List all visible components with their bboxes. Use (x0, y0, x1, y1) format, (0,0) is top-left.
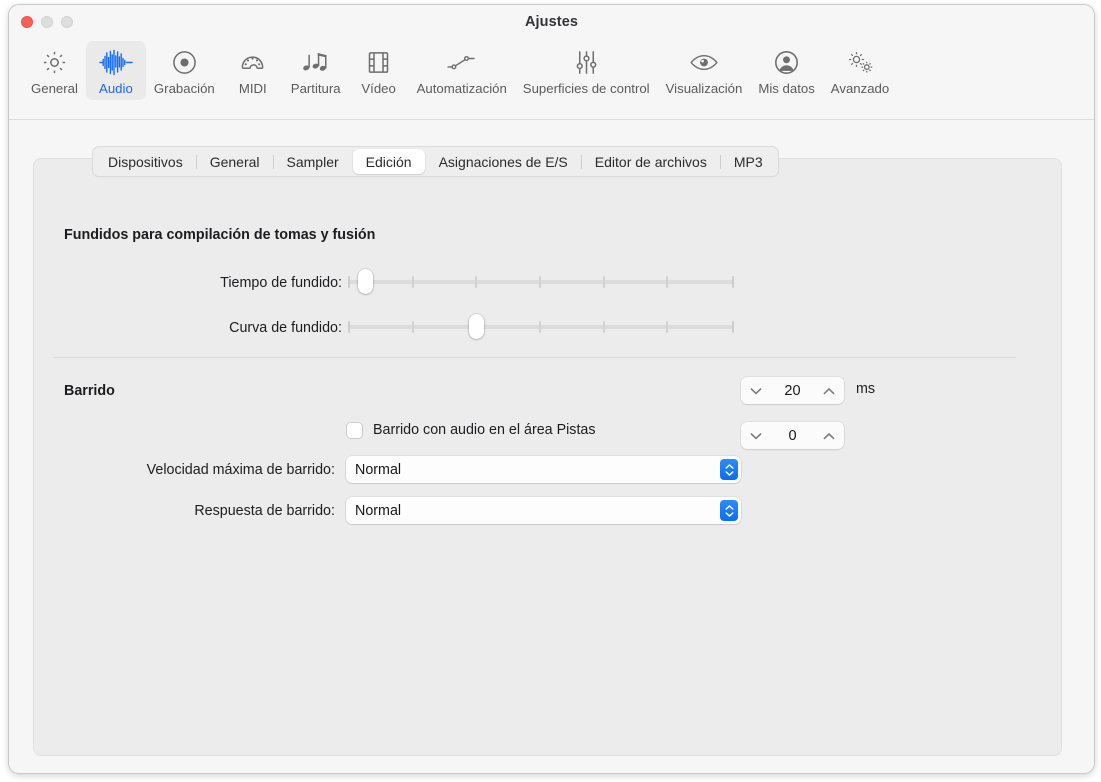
slider-tick (412, 321, 414, 333)
slider-thumb[interactable] (358, 269, 373, 294)
fade-time-label: Tiempo de fundido: (9, 275, 342, 291)
tab-label: Asignaciones de E/S (439, 154, 568, 170)
toolbar-item-visualizacion[interactable]: Visualización (658, 41, 751, 100)
toolbar-label: Automatización (417, 81, 507, 96)
slider-tick (603, 276, 605, 288)
settings-window: Ajustes General (8, 4, 1095, 774)
slider-tick (539, 321, 541, 333)
toolbar-item-grabacion[interactable]: Grabación (146, 41, 223, 100)
slider-track (348, 280, 734, 284)
double-gear-icon (845, 47, 875, 78)
scrub-response-popup[interactable]: Normal (346, 497, 741, 524)
toolbar-label: Avanzado (831, 81, 889, 96)
toolbar-item-midi[interactable]: MIDI (223, 41, 283, 100)
preferences-body: Dispositivos General Sampler Edición Asi… (9, 120, 1094, 772)
automation-curve-icon (446, 47, 478, 78)
toolbar-item-mis-datos[interactable]: Mis datos (750, 41, 822, 100)
fade-curve-stepper[interactable]: 0 (741, 422, 844, 449)
toolbar-label: Visualización (666, 81, 743, 96)
slider-tick (732, 276, 734, 288)
chevron-updown-icon[interactable] (720, 459, 738, 480)
scrub-response-value: Normal (355, 503, 720, 519)
slider-tick (732, 321, 734, 333)
slider-tick (412, 276, 414, 288)
window-titlebar: Ajustes (9, 5, 1094, 41)
tab-dispositivos[interactable]: Dispositivos (95, 149, 196, 174)
tab-general[interactable]: General (197, 149, 273, 174)
fade-time-unit: ms (856, 381, 875, 397)
screenshot-root: Ajustes General (0, 0, 1101, 782)
chevron-down-icon[interactable] (750, 432, 762, 440)
toolbar-item-audio[interactable]: Audio (86, 41, 146, 100)
tab-sampler[interactable]: Sampler (274, 149, 352, 174)
toolbar-label: Mis datos (758, 81, 814, 96)
slider-tick (348, 276, 350, 288)
tab-label: Editor de archivos (595, 154, 707, 170)
tab-label: Edición (366, 154, 412, 170)
fade-curve-label: Curva de fundido: (9, 320, 342, 336)
fade-curve-slider[interactable] (348, 315, 734, 337)
slider-tick (348, 321, 350, 333)
scrub-audio-checkbox-row[interactable]: Barrido con audio en el área Pistas (347, 422, 596, 438)
sliders-icon (573, 47, 600, 78)
max-scrub-speed-label: Velocidad máxima de barrido: (9, 462, 335, 478)
tab-edicion[interactable]: Edición (353, 149, 425, 174)
chevron-updown-icon[interactable] (720, 500, 738, 521)
scrub-response-label: Respuesta de barrido: (9, 503, 335, 519)
audio-settings-tabbar: Dispositivos General Sampler Edición Asi… (92, 146, 779, 177)
tab-label: Sampler (287, 154, 339, 170)
person-circle-icon (773, 47, 800, 78)
slider-thumb[interactable] (469, 314, 484, 339)
tab-mp3[interactable]: MP3 (721, 149, 776, 174)
scrub-audio-label: Barrido con audio en el área Pistas (373, 422, 596, 438)
slider-track (348, 325, 734, 329)
preferences-toolbar: General Audio (9, 41, 1094, 120)
toolbar-item-avanzado[interactable]: Avanzado (823, 41, 897, 100)
chevron-down-icon[interactable] (750, 387, 762, 395)
music-notes-icon (301, 47, 331, 78)
slider-tick (666, 321, 668, 333)
max-scrub-speed-value: Normal (355, 462, 720, 478)
max-scrub-speed-popup[interactable]: Normal (346, 456, 741, 483)
waveform-icon (98, 47, 134, 78)
chevron-up-icon[interactable] (823, 387, 835, 395)
toolbar-item-automatizacion[interactable]: Automatización (409, 41, 515, 100)
tab-label: Dispositivos (108, 154, 183, 170)
midi-connector-icon (239, 47, 266, 78)
scrub-section-title: Barrido (64, 383, 115, 399)
scrub-audio-checkbox[interactable] (347, 423, 362, 438)
gear-icon (41, 47, 68, 78)
tab-asignaciones-de-es[interactable]: Asignaciones de E/S (426, 149, 581, 174)
toolbar-label: MIDI (239, 81, 267, 96)
fade-time-stepper[interactable]: 20 (741, 377, 844, 404)
film-strip-icon (365, 47, 392, 78)
record-circle-icon (171, 47, 198, 78)
toolbar-item-partitura[interactable]: Partitura (283, 41, 349, 100)
slider-tick (475, 276, 477, 288)
window-title: Ajustes (9, 14, 1094, 30)
toolbar-item-video[interactable]: Vídeo (349, 41, 409, 100)
toolbar-label: Audio (99, 81, 133, 96)
toolbar-label: Superficies de control (523, 81, 650, 96)
chevron-up-icon[interactable] (823, 432, 835, 440)
fade-time-slider[interactable] (348, 270, 734, 292)
slider-tick (666, 276, 668, 288)
section-divider (53, 357, 1016, 358)
toolbar-label: General (31, 81, 78, 96)
toolbar-item-general[interactable]: General (23, 41, 86, 100)
toolbar-label: Vídeo (361, 81, 395, 96)
tab-label: General (210, 154, 260, 170)
fade-time-value: 20 (762, 383, 823, 399)
eye-icon (689, 47, 719, 78)
slider-tick (539, 276, 541, 288)
fade-curve-value: 0 (762, 428, 823, 444)
toolbar-label: Grabación (154, 81, 215, 96)
toolbar-item-superficies-de-control[interactable]: Superficies de control (515, 41, 658, 100)
slider-tick (603, 321, 605, 333)
tab-label: MP3 (734, 154, 763, 170)
fades-section-title: Fundidos para compilación de tomas y fus… (64, 227, 375, 243)
toolbar-label: Partitura (291, 81, 341, 96)
tab-editor-de-archivos[interactable]: Editor de archivos (582, 149, 720, 174)
